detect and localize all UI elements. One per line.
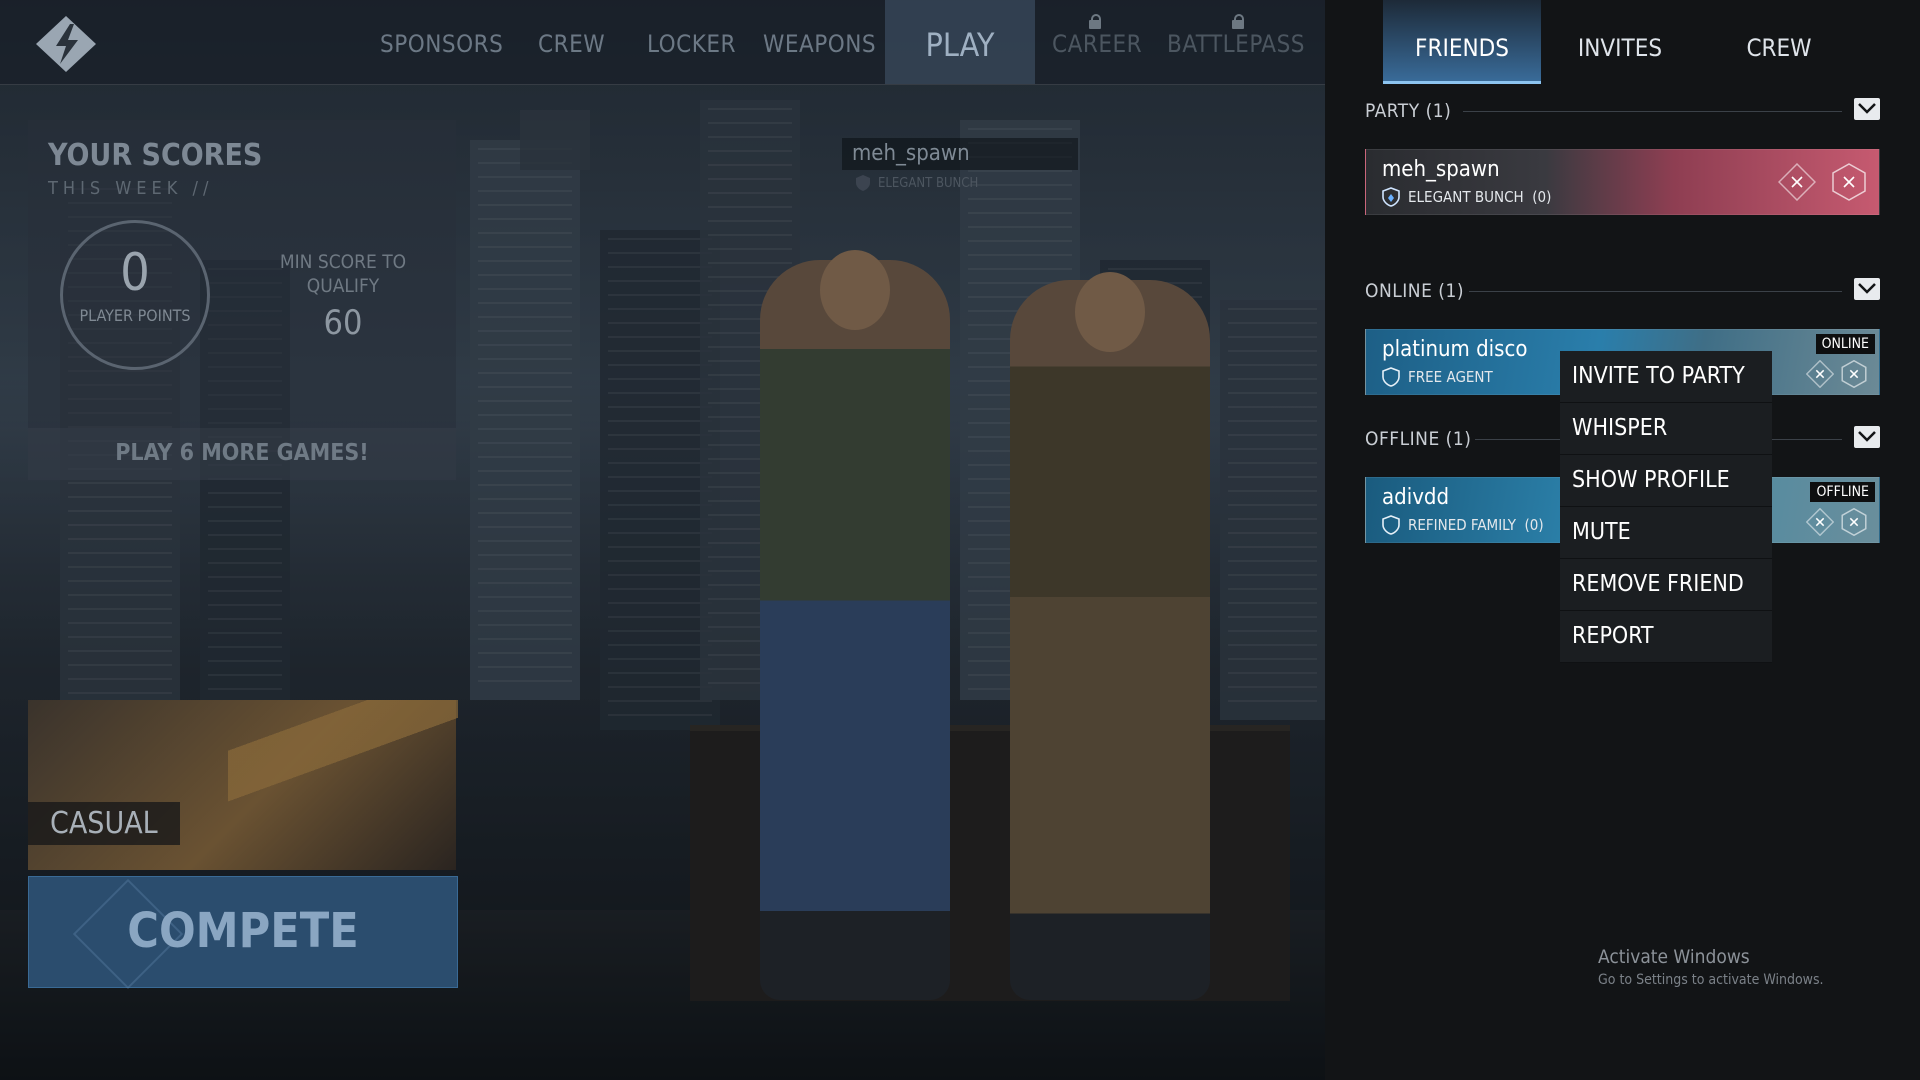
party-member-name: meh_spawn [1382, 157, 1500, 182]
offline-friend-crew-count: (0) [1524, 516, 1544, 534]
menu-item-remove-friend[interactable]: REMOVE FRIEND [1560, 559, 1772, 611]
min-score-label: MIN SCORE TO QUALIFY [279, 251, 407, 297]
games-remaining-text: PLAY 6 MORE GAMES! [115, 440, 369, 466]
menu-item-show-profile[interactable]: SHOW PROFILE [1560, 455, 1772, 507]
nav-tab-play-label: PLAY [925, 26, 995, 64]
nav-tab-weapons[interactable]: WEAPONS [763, 30, 876, 58]
kick-diamond-icon[interactable] [1806, 360, 1834, 388]
menu-item-label: REMOVE FRIEND [1572, 571, 1744, 597]
party-member-crew-count: (0) [1532, 188, 1552, 206]
games-remaining-bar: PLAY 6 MORE GAMES! [28, 428, 456, 480]
party-member-card[interactable]: meh_spawn ELEGANT BUNCH (0) [1365, 149, 1880, 215]
remove-hexagon-icon[interactable] [1840, 508, 1868, 536]
online-section-header: ONLINE (1) [1365, 276, 1880, 306]
offline-collapse-toggle[interactable] [1854, 426, 1880, 448]
offline-section-title: OFFLINE (1) [1365, 428, 1472, 450]
player-nameplate: meh_spawn [842, 138, 1078, 170]
menu-item-report[interactable]: REPORT [1560, 611, 1772, 663]
chevron-down-icon [1858, 103, 1876, 114]
online-friend-crew: FREE AGENT [1408, 368, 1493, 386]
menu-item-label: MUTE [1572, 519, 1631, 545]
party-member-crew-name: ELEGANT BUNCH [1408, 188, 1524, 206]
min-score-value: 60 [323, 303, 363, 343]
player-nameplate-crew: ELEGANT BUNCH [878, 176, 979, 191]
weekly-scores-panel: YOUR SCORES THIS WEEK // 0 PLAYER POINTS… [28, 120, 456, 480]
activate-windows-subtitle: Go to Settings to activate Windows. [1598, 972, 1824, 988]
nav-tab-crew[interactable]: CREW [538, 30, 605, 58]
tab-crew[interactable]: CREW [1700, 0, 1858, 84]
chevron-down-icon [1858, 283, 1876, 294]
weapon-art [228, 700, 458, 870]
activate-windows-watermark: Activate Windows Go to Settings to activ… [1598, 946, 1824, 988]
menu-item-mute[interactable]: MUTE [1560, 507, 1772, 559]
tab-invites[interactable]: INVITES [1541, 0, 1699, 84]
shield-icon [856, 175, 870, 191]
crew-shield-icon [1382, 367, 1400, 387]
tab-friends[interactable]: FRIENDS [1383, 0, 1541, 84]
crew-shield-icon [1382, 187, 1400, 207]
top-navigation: SPONSORS CREW LOCKER WEAPONS PLAY CAREER… [0, 0, 1325, 85]
tab-invites-label: INVITES [1577, 34, 1663, 62]
party-collapse-toggle[interactable] [1854, 98, 1880, 120]
nav-tab-locker[interactable]: LOCKER [647, 30, 736, 58]
menu-item-invite-to-party[interactable]: INVITE TO PARTY [1560, 351, 1772, 403]
remove-hexagon-icon[interactable] [1840, 360, 1868, 388]
friend-context-menu: INVITE TO PARTY WHISPER SHOW PROFILE MUT… [1560, 351, 1772, 663]
party-section-title: PARTY (1) [1365, 100, 1452, 122]
offline-friend-crew-name: REFINED FAMILY [1408, 516, 1516, 534]
player-points-ring: 0 PLAYER POINTS [60, 220, 210, 370]
menu-item-label: REPORT [1572, 623, 1654, 649]
online-status-badge: ONLINE [1815, 334, 1875, 354]
casual-mode-label: CASUAL [28, 802, 180, 845]
casual-mode-card[interactable]: CASUAL [28, 700, 458, 870]
remove-hexagon-icon[interactable] [1830, 163, 1868, 201]
nav-tab-career[interactable]: CAREER [1052, 30, 1142, 58]
offline-friend-crew: REFINED FAMILY (0) [1408, 516, 1544, 534]
activate-windows-title: Activate Windows [1598, 946, 1750, 968]
tab-friends-label: FRIENDS [1415, 34, 1509, 62]
compete-button-label: COMPETE [127, 903, 359, 959]
nav-tab-play[interactable]: PLAY [885, 0, 1035, 84]
player-points-label: PLAYER POINTS [79, 306, 191, 325]
online-section-title: ONLINE (1) [1365, 280, 1465, 302]
online-collapse-toggle[interactable] [1854, 278, 1880, 300]
kick-diamond-icon[interactable] [1778, 163, 1816, 201]
tab-crew-label: CREW [1746, 34, 1812, 62]
compete-button[interactable]: COMPETE [28, 876, 458, 990]
player-points-value: 0 [120, 243, 150, 303]
nav-tab-battlepass[interactable]: BATTLEPASS [1167, 30, 1305, 58]
player-nameplate-name: meh_spawn [852, 141, 970, 166]
nav-tab-sponsors[interactable]: SPONSORS [380, 30, 503, 58]
kick-diamond-icon[interactable] [1806, 508, 1834, 536]
chevron-down-icon [1858, 431, 1876, 442]
offline-status-badge: OFFLINE [1810, 482, 1875, 502]
scores-subtitle: THIS WEEK // [48, 178, 214, 199]
party-section-header: PARTY (1) [1365, 96, 1880, 126]
crew-shield-icon [1382, 515, 1400, 535]
menu-item-label: INVITE TO PARTY [1572, 363, 1745, 389]
menu-item-label: SHOW PROFILE [1572, 467, 1730, 493]
scores-title: YOUR SCORES [48, 138, 263, 173]
game-logo-icon[interactable] [34, 14, 98, 74]
party-member-crew: ELEGANT BUNCH (0) [1408, 188, 1551, 206]
offline-friend-name: adivdd [1382, 485, 1450, 510]
online-friend-name: platinum disco [1382, 337, 1528, 362]
menu-item-label: WHISPER [1572, 415, 1668, 441]
menu-item-whisper[interactable]: WHISPER [1560, 403, 1772, 455]
